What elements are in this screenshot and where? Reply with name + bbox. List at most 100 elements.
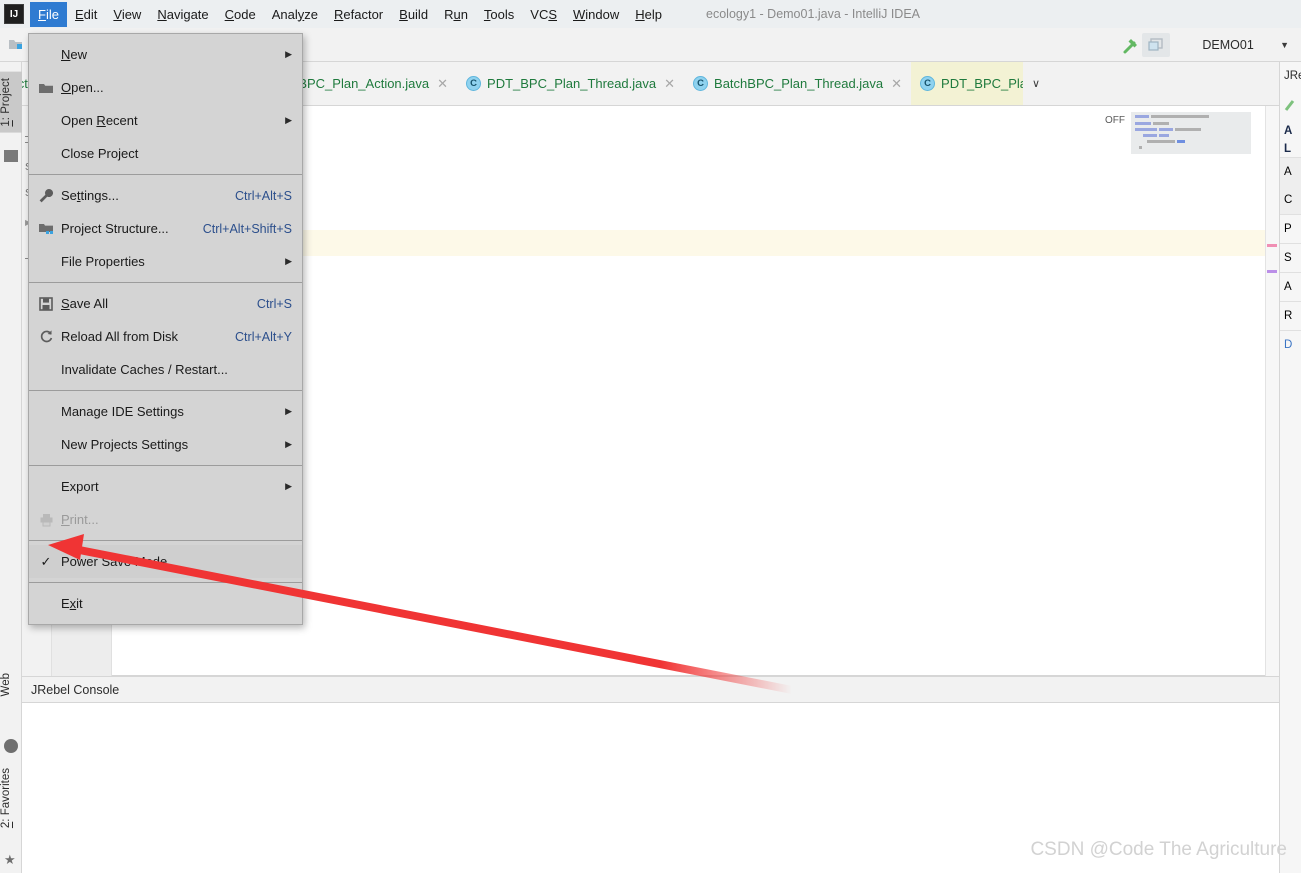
tab-batchbpc-plan-thread[interactable]: C BatchBPC_Plan_Thread.java ✕ <box>684 62 911 105</box>
tab-label: PDT_BPC_Plan_Thread.java <box>487 76 657 91</box>
close-icon[interactable]: ✕ <box>664 76 675 92</box>
jrebel-row-r[interactable]: R <box>1280 301 1301 330</box>
menu-item-invalidate-caches[interactable]: Invalidate Caches / Restart... <box>29 353 302 386</box>
run-configuration-selector[interactable]: DEMO01 ▼ <box>1142 32 1297 58</box>
minimap-line <box>1135 128 1157 131</box>
error-stripe-bar[interactable] <box>1265 106 1279 676</box>
jrebel-row-p[interactable]: P <box>1280 214 1301 243</box>
menu-item-close-project[interactable]: Close Project <box>29 137 302 170</box>
menu-view[interactable]: View <box>105 2 149 27</box>
window-title: ecology1 - Demo01.java - IntelliJ IDEA <box>706 7 920 21</box>
menu-item-reload-all-from-disk[interactable]: Reload All from Disk Ctrl+Alt+Y <box>29 320 302 353</box>
blank-icon <box>37 595 55 613</box>
menu-item-manage-ide-settings[interactable]: Manage IDE Settings ▶ <box>29 395 302 428</box>
jrebel-row-a: A <box>1284 125 1293 137</box>
reload-icon <box>37 328 55 346</box>
minimap-line <box>1175 128 1201 131</box>
menu-separator <box>29 465 302 466</box>
menu-item-power-save-mode[interactable]: ✓ Power Save Mode <box>29 545 302 578</box>
menu-item-open-recent[interactable]: Open Recent ▶ <box>29 104 302 137</box>
tab-pdt-bpc-plan-clipped[interactable]: C PDT_BPC_Plan_ <box>911 62 1024 105</box>
menu-shortcut-reload: Ctrl+Alt+Y <box>235 329 292 344</box>
tabs-overflow-chevron-icon[interactable]: ∨ <box>1023 62 1049 105</box>
error-stripe-mark-warning[interactable] <box>1267 244 1277 247</box>
minimap-line <box>1143 134 1157 137</box>
menu-item-save-all[interactable]: Save All Ctrl+S <box>29 287 302 320</box>
java-class-icon: C <box>466 76 482 91</box>
menu-label-close-project: Close Project <box>61 146 139 161</box>
java-class-icon: C <box>693 76 709 91</box>
submenu-arrow-icon: ▶ <box>285 256 292 266</box>
wrench-icon <box>37 187 55 205</box>
submenu-arrow-icon: ▶ <box>285 406 292 416</box>
menu-label-power-save-mode: Power Save Mode <box>61 554 168 569</box>
menu-separator <box>29 390 302 391</box>
tab-pdt-bpc-plan-thread[interactable]: C PDT_BPC_Plan_Thread.java ✕ <box>457 62 684 105</box>
menu-vcs[interactable]: VCS <box>522 2 565 27</box>
menu-item-new-projects-settings[interactable]: New Projects Settings ▶ <box>29 428 302 461</box>
menu-item-open[interactable]: Open... <box>29 71 302 104</box>
jrebel-row-s[interactable]: S <box>1280 243 1301 272</box>
code-minimap[interactable]: OFF <box>1105 112 1251 154</box>
menu-edit[interactable]: Edit <box>67 2 105 27</box>
submenu-arrow-icon: ▶ <box>285 49 292 59</box>
check-icon: ✓ <box>40 553 52 569</box>
jrebel-row-a3[interactable]: A <box>1280 272 1301 301</box>
menu-run[interactable]: Run <box>436 2 476 27</box>
blank-icon <box>37 112 55 130</box>
menu-help[interactable]: Help <box>627 2 670 27</box>
menu-file-rest: ile <box>45 6 59 22</box>
jrebel-console-bar[interactable]: JRebel Console <box>22 676 1279 703</box>
intellij-logo-icon: IJ <box>4 4 24 24</box>
jrebel-status-icon <box>1280 82 1301 121</box>
jrebel-panel-header: JRe <box>1284 70 1301 82</box>
menu-label-file-properties: File Properties <box>61 254 145 269</box>
menu-bar: IJ File Edit View Navigate Code Analyze … <box>0 0 1301 28</box>
error-stripe-mark-info[interactable] <box>1267 270 1277 273</box>
jrebel-row-a2[interactable]: A <box>1280 157 1301 186</box>
jrebel-row-d[interactable]: D <box>1280 330 1301 359</box>
chevron-down-icon[interactable]: ▼ <box>1280 40 1289 50</box>
menu-label-new-projects-settings: New Projects Settings <box>61 437 189 452</box>
blank-icon <box>37 361 55 379</box>
sidebar-item-web[interactable]: Web <box>0 667 22 702</box>
sidebar-item-project[interactable]: 1: Project <box>0 72 22 133</box>
jrebel-side-panel[interactable]: JRe A L A C P S A R D <box>1279 62 1301 873</box>
project-folder-icon <box>4 150 18 162</box>
close-icon[interactable]: ✕ <box>891 76 902 92</box>
menu-item-print: Print... <box>29 503 302 536</box>
submenu-arrow-icon: ▶ <box>285 115 292 125</box>
minimap-line <box>1135 122 1151 125</box>
jrebel-console-label: JRebel Console <box>31 682 120 697</box>
window-icon[interactable] <box>1142 33 1171 57</box>
menu-analyze[interactable]: Analyze <box>264 2 326 27</box>
menu-build[interactable]: Build <box>391 2 436 27</box>
minimap-line <box>1139 146 1142 149</box>
menu-window[interactable]: Window <box>565 2 627 27</box>
menu-separator <box>29 282 302 283</box>
menu-file[interactable]: File <box>30 1 67 27</box>
jrebel-row-c[interactable]: C <box>1280 186 1301 214</box>
jrebel-row-l: L <box>1284 143 1292 155</box>
sidebar-item-favorites[interactable]: 2: Favorites <box>0 762 22 834</box>
menu-item-exit[interactable]: Exit <box>29 587 302 620</box>
menu-item-new[interactable]: New ▶ <box>29 38 302 71</box>
menu-navigate[interactable]: Navigate <box>149 2 216 27</box>
menu-refactor[interactable]: Refactor <box>326 2 391 27</box>
menu-label-manage-ide-settings: Manage IDE Settings <box>61 404 184 419</box>
hammer-icon[interactable] <box>1121 36 1141 56</box>
menu-code[interactable]: Code <box>217 2 264 27</box>
blank-icon <box>37 145 55 163</box>
menu-item-file-properties[interactable]: File Properties ▶ <box>29 245 302 278</box>
blank-icon <box>37 436 55 454</box>
menu-separator <box>29 540 302 541</box>
minimap-line <box>1153 122 1169 125</box>
save-icon <box>37 295 55 313</box>
menu-item-settings[interactable]: Settings... Ctrl+Alt+S <box>29 179 302 212</box>
menu-item-export[interactable]: Export ▶ <box>29 470 302 503</box>
star-icon: ★ <box>4 852 16 867</box>
close-icon[interactable]: ✕ <box>437 76 448 92</box>
menu-tools[interactable]: Tools <box>476 2 522 27</box>
file-menu-popup[interactable]: New ▶ Open... Open Recent ▶ Close Projec… <box>28 33 303 625</box>
menu-item-project-structure[interactable]: Project Structure... Ctrl+Alt+Shift+S <box>29 212 302 245</box>
